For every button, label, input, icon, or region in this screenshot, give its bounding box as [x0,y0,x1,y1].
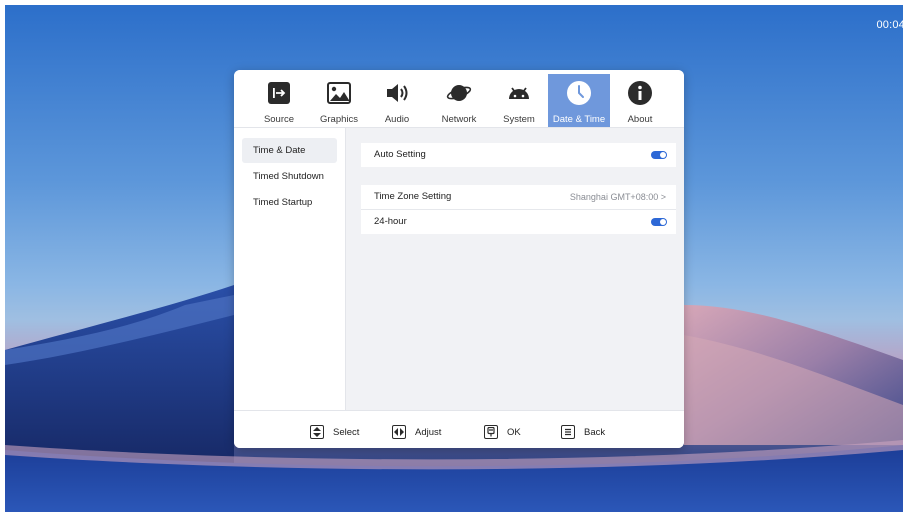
hour24-row[interactable]: 24-hour [361,210,676,234]
up-down-key-icon [310,425,324,439]
hint-back-label: Back [584,426,606,438]
category-tab-bar: Source Graphics Audio Network System Dat… [234,70,684,128]
tab-system[interactable]: System [496,74,542,127]
ok-key-icon [484,425,498,439]
hint-select: Select [310,424,359,440]
clock: 00:04 [876,19,903,31]
source-icon [268,82,290,104]
info-icon [628,81,652,105]
sidebar-item-timed-shutdown[interactable]: Timed Shutdown [242,164,337,189]
hint-ok-label: OK [507,426,521,438]
tab-about[interactable]: About [618,74,662,127]
time-zone-row[interactable]: Time Zone Setting Shanghai GMT+08:00 > [361,185,676,209]
tab-label: Network [441,114,477,125]
speaker-icon [387,84,408,102]
auto-setting-label: Auto Setting [374,149,426,160]
sidebar-item-time-date[interactable]: Time & Date [242,138,337,163]
hour24-toggle[interactable] [651,218,667,226]
chevron-right-icon: > [660,192,666,202]
tab-source[interactable]: Source [256,74,302,127]
image-icon [327,82,351,104]
tab-label: About [627,114,653,125]
clock-icon [567,81,591,105]
tab-label: System [503,114,535,125]
android-icon [509,87,529,99]
back-key-icon [561,425,575,439]
sidebar: Time & Date Timed Shutdown Timed Startup [234,128,346,410]
tab-network[interactable]: Network [434,74,484,127]
tab-label: Date & Time [552,114,606,125]
sidebar-item-timed-startup[interactable]: Timed Startup [242,190,337,215]
auto-setting-row[interactable]: Auto Setting [361,143,676,167]
hint-back: Back [561,424,605,440]
hint-adjust-label: Adjust [415,426,442,438]
footer-hints: Select Adjust OK Back [234,410,684,448]
settings-content: Auto Setting Time Zone Setting Shanghai … [346,128,684,410]
time-zone-label: Time Zone Setting [374,191,452,202]
hint-adjust: Adjust [392,424,441,440]
tab-label: Source [263,114,295,125]
hint-ok: OK [484,424,521,440]
tab-label: Audio [384,114,410,125]
tab-graphics[interactable]: Graphics [314,74,364,127]
planet-icon [446,85,472,101]
time-zone-value: Shanghai GMT+08:00 > [569,192,666,202]
tab-audio[interactable]: Audio [376,74,418,127]
toggle-knob [660,152,666,158]
hint-select-label: Select [333,426,360,438]
tab-date-time[interactable]: Date & Time [548,74,610,127]
settings-window: Source Graphics Audio Network System Dat… [234,70,684,448]
tab-label: Graphics [319,114,358,125]
hour24-label: 24-hour [374,216,407,227]
auto-setting-toggle[interactable] [651,151,667,159]
toggle-knob [660,219,666,225]
left-right-key-icon [392,425,406,439]
